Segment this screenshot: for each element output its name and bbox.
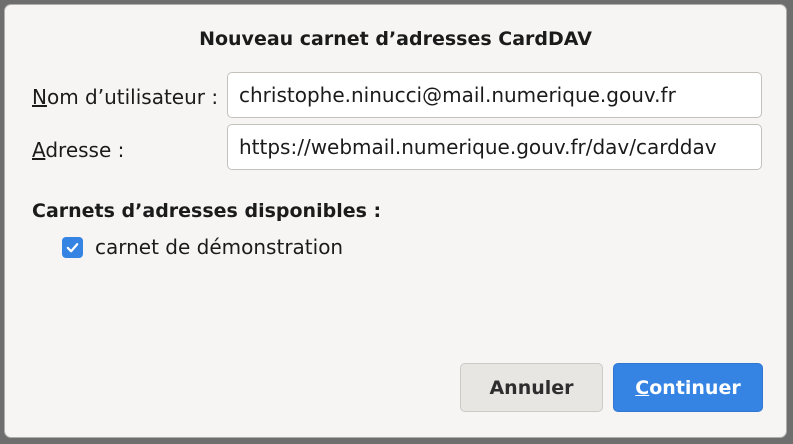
checkmark-icon (66, 242, 79, 252)
cancel-button[interactable]: Annuler (460, 363, 603, 412)
book-option[interactable]: carnet de démonstration (62, 235, 343, 259)
address-label: Adresse : (32, 138, 125, 162)
continue-button[interactable]: Continuer (613, 363, 763, 412)
available-books-heading: Carnets d’adresses disponibles : (32, 200, 382, 222)
username-label: Nom d’utilisateur : (32, 85, 219, 109)
username-field[interactable]: christophe.ninucci@mail.numerique.gouv.f… (227, 72, 762, 118)
cancel-button-label: Annuler (489, 376, 574, 399)
address-field[interactable]: https://webmail.numerique.gouv.fr/dav/ca… (227, 124, 762, 170)
book-checkbox[interactable] (62, 236, 83, 258)
carddav-dialog: Nouveau carnet d’adresses CardDAV Nom d’… (4, 4, 787, 438)
dialog-title: Nouveau carnet d’adresses CardDAV (199, 28, 592, 50)
book-label: carnet de démonstration (95, 235, 344, 259)
